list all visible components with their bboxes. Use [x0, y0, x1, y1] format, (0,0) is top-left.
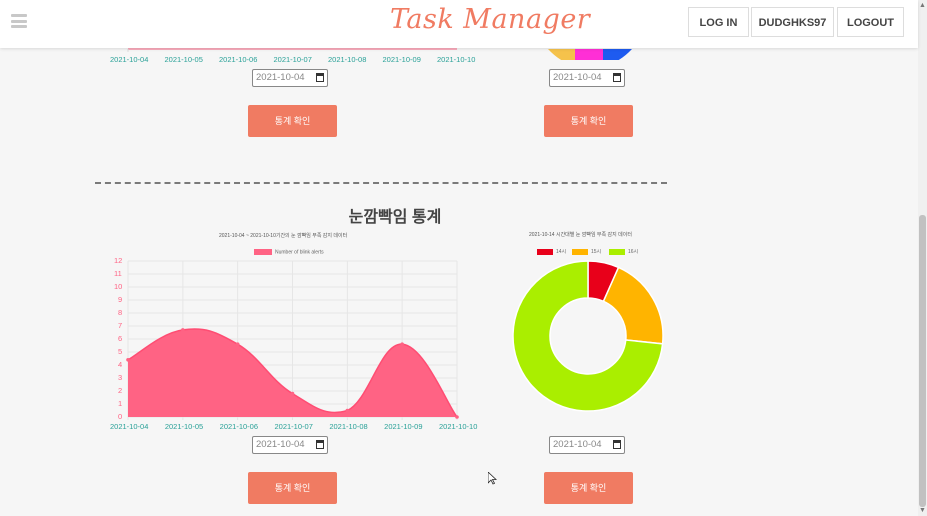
legend-swatch	[572, 248, 588, 255]
date-value: 2021-10-04	[256, 439, 305, 450]
calendar-icon[interactable]	[613, 73, 621, 82]
donut-chart-title: 2021-10-14 시간대별 눈 깜빡임 부족 감지 데이터	[529, 232, 632, 238]
x-tick-label: 2021-10-05	[164, 55, 203, 64]
series-line	[127, 328, 458, 418]
mouse-cursor-icon	[488, 472, 497, 485]
logout-button[interactable]: LOGOUT	[837, 7, 904, 37]
y-tick-label: 0	[118, 412, 123, 421]
date-value: 2021-10-04	[256, 72, 305, 83]
data-point	[400, 342, 404, 347]
y-tick-label: 8	[118, 308, 123, 317]
top-right-date-input[interactable]: 2021-10-04	[549, 69, 625, 87]
legend-label: Number of blink alerts	[275, 249, 324, 256]
data-point	[235, 342, 240, 347]
x-tick-label: 2021-10-08	[329, 422, 368, 431]
y-tick-label: 6	[118, 334, 123, 343]
y-tick-label: 10	[114, 282, 123, 291]
calendar-icon[interactable]	[316, 73, 324, 82]
x-tick-label: 2021-10-10	[439, 422, 478, 431]
page-scrollbar[interactable]: ▲ ▼	[918, 0, 927, 516]
x-tick-label: 2021-10-07	[274, 422, 313, 431]
y-tick-label: 7	[118, 321, 123, 330]
scroll-down-icon[interactable]: ▼	[919, 507, 926, 514]
line-stats-button[interactable]: 통계 확인	[248, 472, 337, 504]
data-point	[345, 408, 350, 413]
x-tick-label: 2021-10-07	[273, 55, 312, 64]
top-pie-slice-blue	[603, 49, 632, 60]
y-tick-label: 9	[118, 295, 123, 304]
top-left-stats-button[interactable]: 통계 확인	[248, 105, 337, 137]
x-tick-label: 2021-10-09	[384, 422, 423, 431]
line-chart-legend[interactable]: Number of blink alerts	[254, 249, 324, 255]
donut-slice-16시	[512, 260, 664, 412]
x-tick-label: 2021-10-06	[219, 422, 259, 431]
scrollbar-thumb[interactable]	[919, 215, 926, 507]
x-tick-label: 2021-10-09	[382, 55, 421, 64]
user-button[interactable]: DUDGHKS97	[751, 7, 834, 37]
login-button[interactable]: LOG IN	[688, 7, 749, 37]
x-tick-label: 2021-10-04	[110, 55, 149, 64]
top-nav-bar: Task Manager LOG IN DUDGHKS97 LOGOUT	[0, 0, 918, 48]
legend-swatch	[609, 248, 625, 255]
section-divider	[95, 182, 667, 184]
donut-date-input[interactable]: 2021-10-04	[549, 436, 625, 454]
donut-slice-14시	[587, 260, 620, 303]
y-tick-label: 3	[118, 373, 123, 382]
scroll-up-icon[interactable]: ▲	[919, 2, 926, 9]
top-right-stats-button[interactable]: 통계 확인	[544, 105, 633, 137]
date-value: 2021-10-04	[553, 439, 602, 450]
x-tick-label: 2021-10-08	[328, 55, 367, 64]
line-chart-title: 2021-10-04 ~ 2021-10-10기간의 눈 깜빡임 부족 감지 데…	[219, 233, 348, 239]
blink-line-chart	[126, 260, 459, 420]
data-point	[455, 415, 459, 419]
blink-donut-chart	[512, 260, 664, 412]
y-tick-label: 1	[118, 399, 123, 408]
legend-label: 14시	[556, 249, 567, 255]
top-left-date-input[interactable]: 2021-10-04	[252, 69, 328, 87]
legend-swatch	[254, 249, 272, 255]
legend-label: 16시	[628, 249, 639, 255]
y-tick-label: 11	[114, 269, 122, 278]
y-tick-label: 5	[118, 347, 123, 356]
calendar-icon[interactable]	[316, 440, 324, 449]
x-tick-label: 2021-10-04	[110, 422, 149, 431]
y-tick-label: 2	[118, 386, 123, 395]
top-pie-slice-magenta	[575, 49, 603, 60]
date-value: 2021-10-04	[553, 72, 602, 83]
x-tick-label: 2021-10-06	[219, 55, 258, 64]
data-point	[181, 328, 185, 332]
brand-logo[interactable]: Task Manager	[390, 4, 590, 35]
menu-icon[interactable]	[11, 14, 27, 28]
donut-legend-item[interactable]: 14시	[537, 248, 566, 255]
x-tick-label: 2021-10-05	[164, 422, 204, 431]
line-date-input[interactable]: 2021-10-04	[252, 436, 328, 454]
section-title: 눈깜빡임 통계	[348, 209, 442, 226]
y-tick-label: 4	[118, 360, 123, 369]
donut-legend-item[interactable]: 16시	[609, 248, 638, 255]
donut-stats-button[interactable]: 통계 확인	[544, 472, 633, 504]
donut-legend-item[interactable]: 15시	[572, 248, 601, 255]
top-pie-slice-yellow	[548, 49, 575, 60]
y-tick-label: 12	[114, 256, 123, 265]
data-point	[290, 391, 295, 396]
legend-label: 15시	[591, 249, 602, 255]
calendar-icon[interactable]	[613, 440, 621, 449]
legend-swatch	[537, 248, 553, 255]
donut-slice-15시	[602, 266, 664, 345]
data-point	[126, 358, 130, 362]
area-fill	[128, 328, 457, 417]
x-tick-label: 2021-10-10	[437, 55, 476, 64]
